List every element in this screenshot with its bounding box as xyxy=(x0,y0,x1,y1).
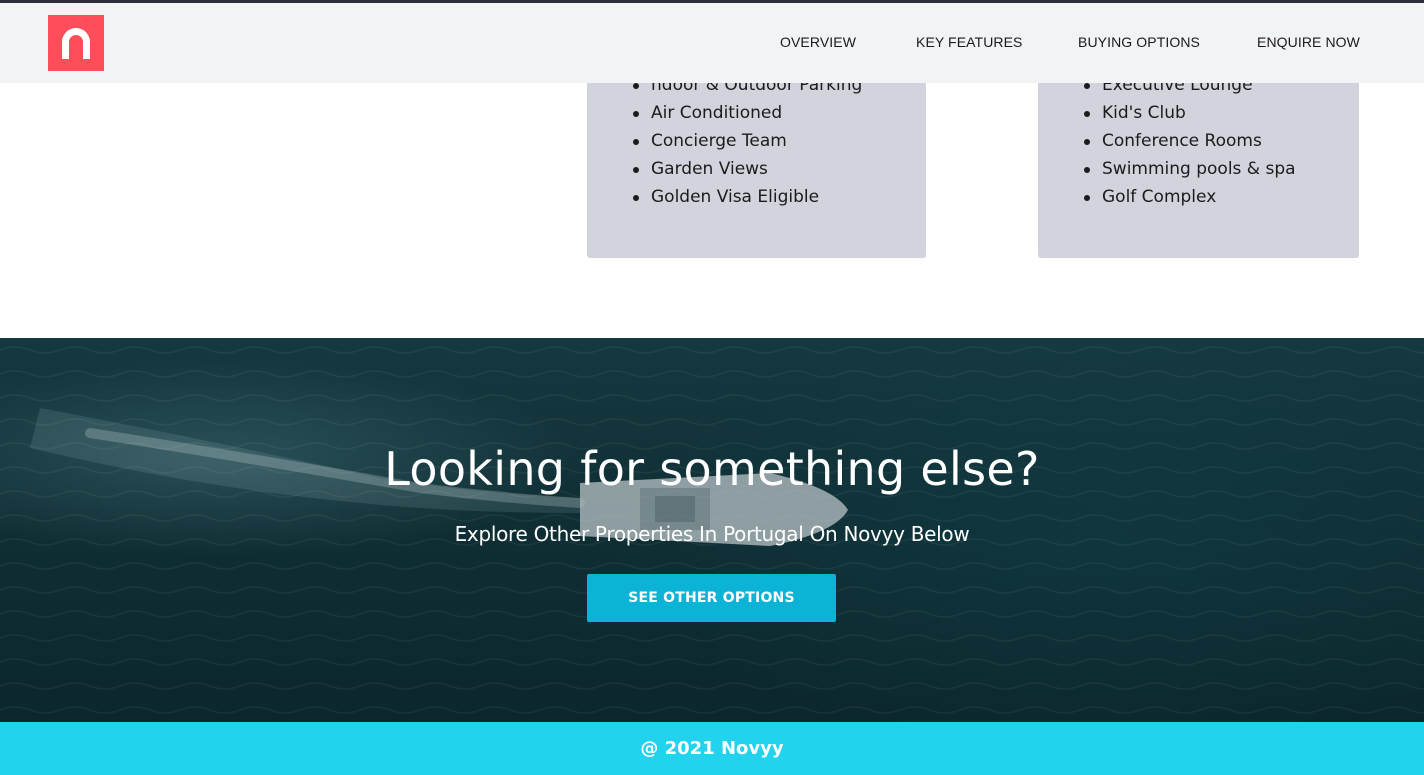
n-arch-logo-icon xyxy=(62,28,90,59)
nav-enquire-now[interactable]: ENQUIRE NOW xyxy=(1257,34,1360,50)
logo[interactable] xyxy=(48,15,104,71)
features-list-right: Executive Lounge Kid's Club Conference R… xyxy=(1082,71,1296,211)
hero-title: Looking for something else? xyxy=(384,442,1040,496)
list-item: Golden Visa Eligible xyxy=(631,183,862,211)
list-item: Kid's Club xyxy=(1082,99,1296,127)
features-card-right: Executive Lounge Kid's Club Conference R… xyxy=(1038,63,1359,258)
hero-subtitle: Explore Other Properties In Portugal On … xyxy=(454,522,970,546)
list-item: Garden Views xyxy=(631,155,862,183)
see-other-options-button[interactable]: SEE OTHER OPTIONS xyxy=(587,574,836,622)
navbar: OVERVIEW KEY FEATURES BUYING OPTIONS ENQ… xyxy=(0,3,1424,83)
features-list-left: ndoor & Outdoor Parking Air Conditioned … xyxy=(631,71,862,211)
features-card-left: ndoor & Outdoor Parking Air Conditioned … xyxy=(587,63,926,258)
nav-buying-options[interactable]: BUYING OPTIONS xyxy=(1078,34,1200,50)
footer-copyright: @ 2021 Novyy xyxy=(640,738,784,759)
footer: @ 2021 Novyy xyxy=(0,722,1424,775)
nav-key-features[interactable]: KEY FEATURES xyxy=(916,34,1023,50)
hero-banner: Looking for something else? Explore Othe… xyxy=(0,338,1424,722)
list-item: Air Conditioned xyxy=(631,99,862,127)
list-item: Conference Rooms xyxy=(1082,127,1296,155)
nav-overview[interactable]: OVERVIEW xyxy=(780,34,856,50)
list-item: Swimming pools & spa xyxy=(1082,155,1296,183)
list-item: Concierge Team xyxy=(631,127,862,155)
list-item: Golf Complex xyxy=(1082,183,1296,211)
features-section: ndoor & Outdoor Parking Air Conditioned … xyxy=(0,63,1424,338)
